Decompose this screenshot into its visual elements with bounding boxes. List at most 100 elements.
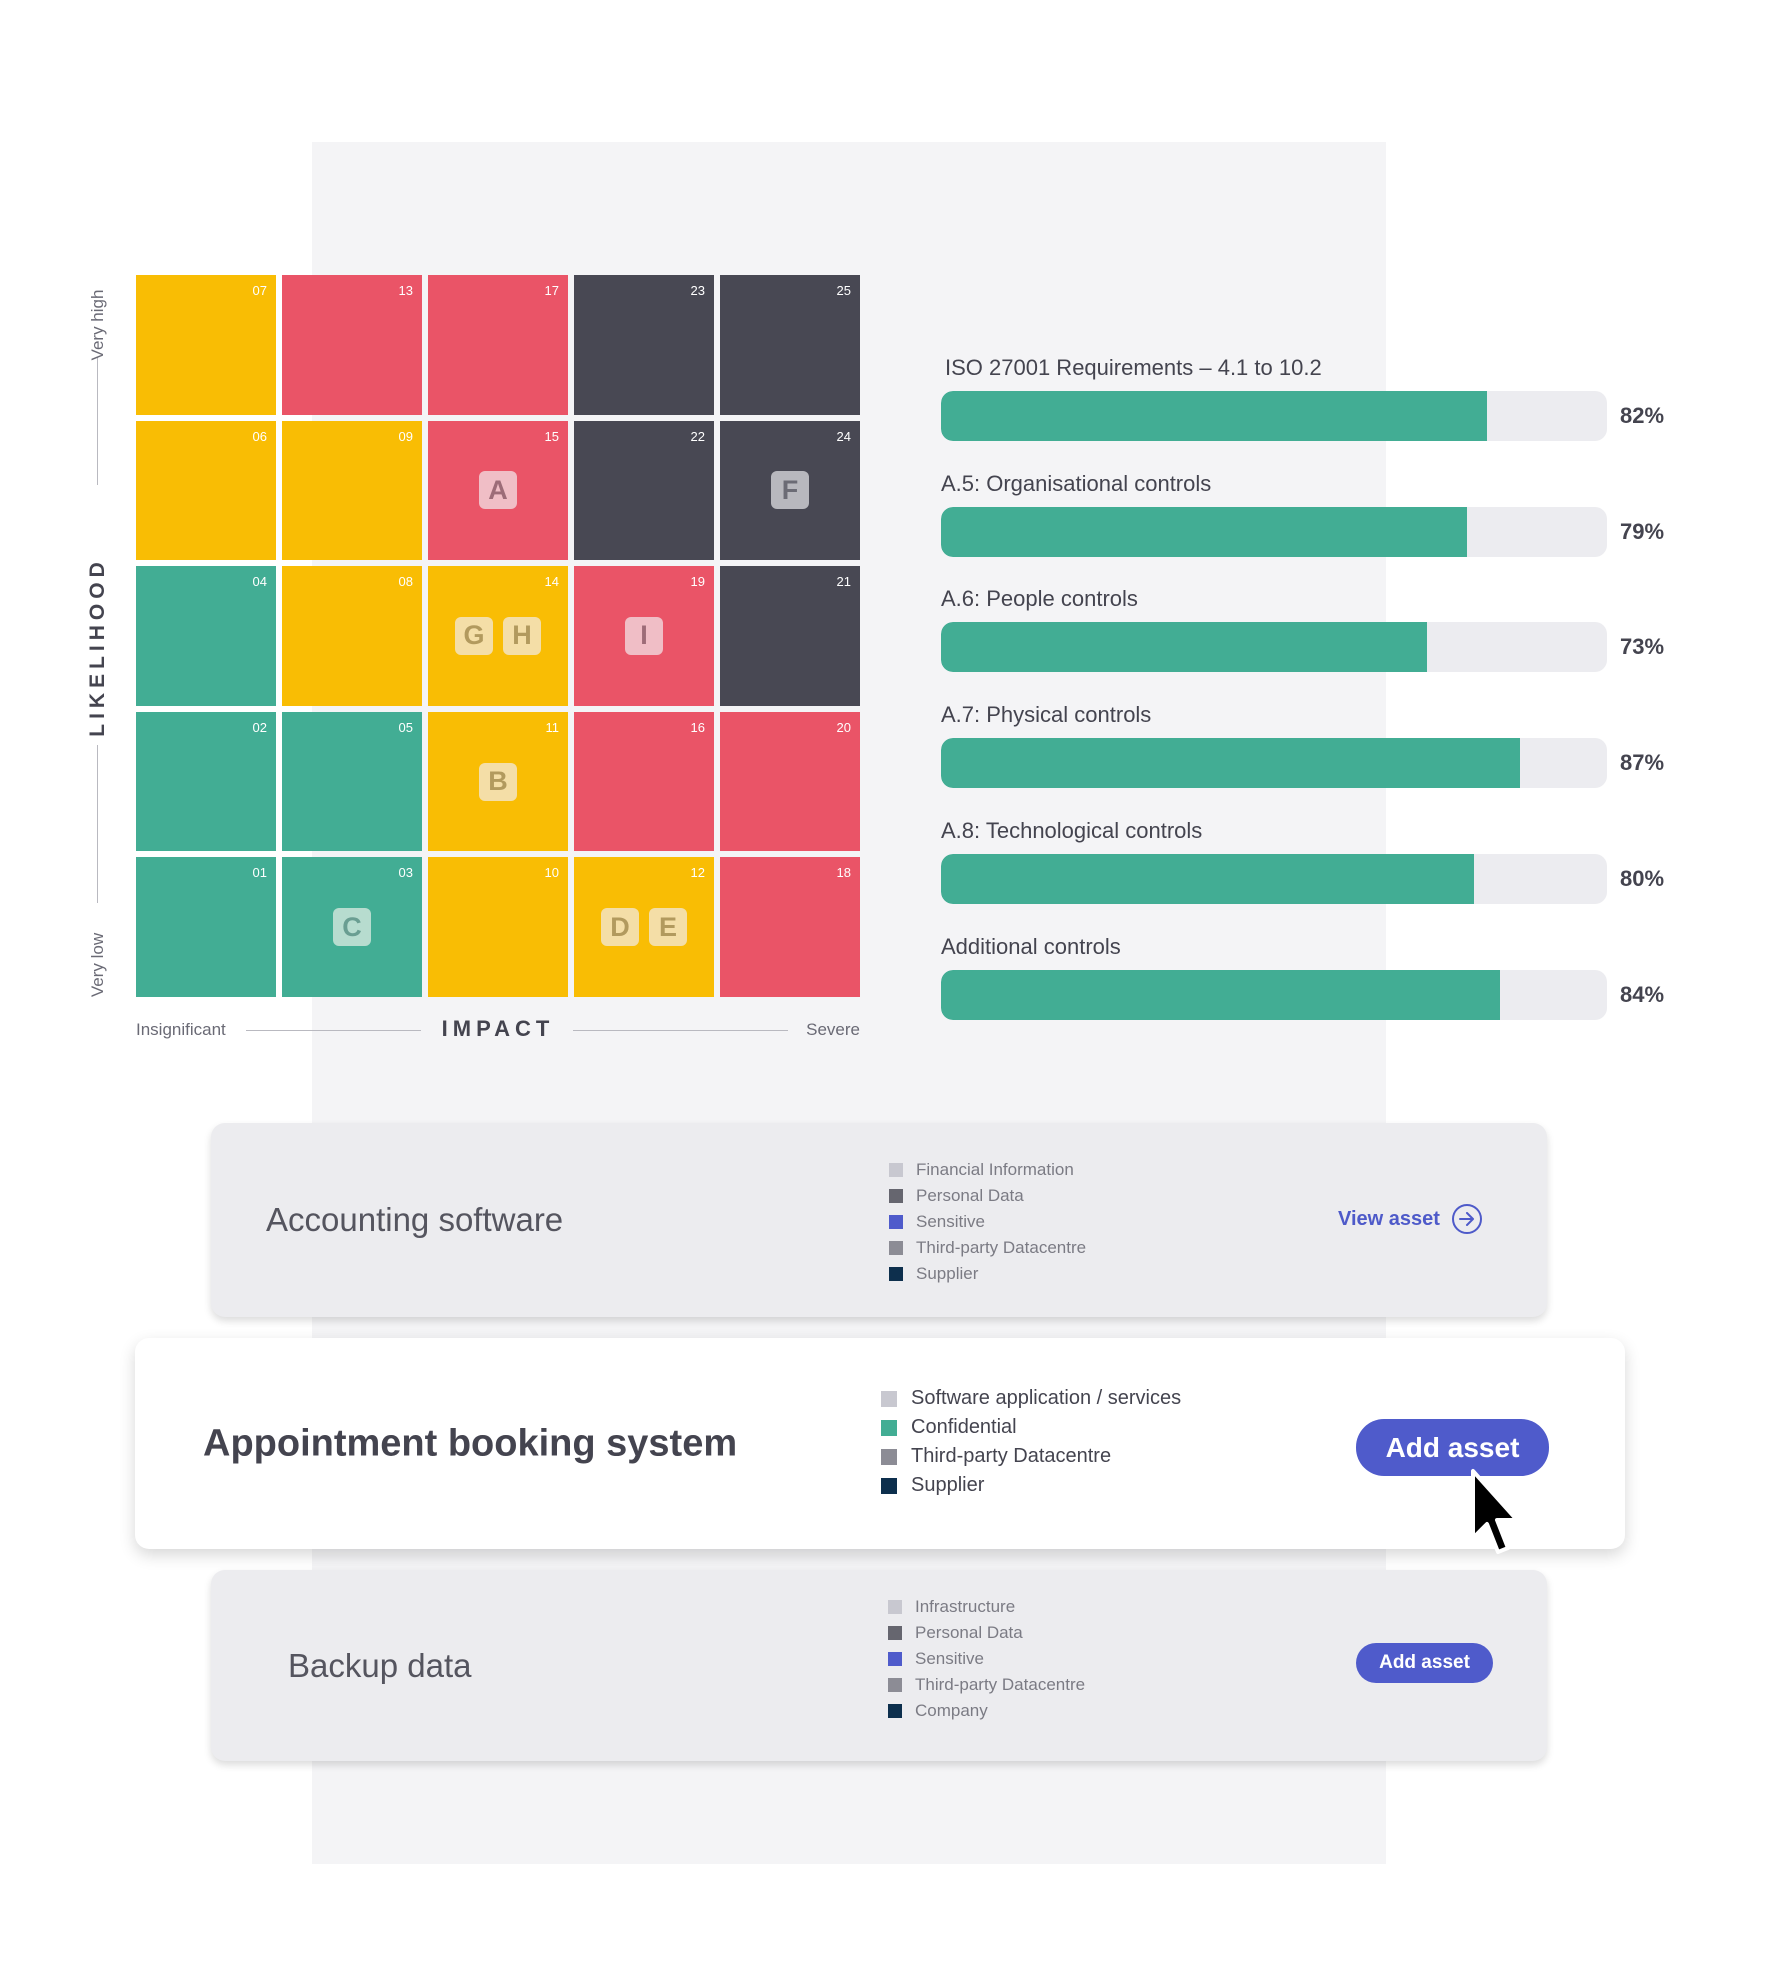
- risk-tag[interactable]: A: [479, 471, 517, 510]
- axis-line: [97, 357, 98, 485]
- bar-track: [941, 738, 1607, 788]
- risk-tags: GH: [428, 616, 568, 655]
- asset-tag: Infrastructure: [888, 1594, 1085, 1620]
- bar-value-label: 84%: [1620, 982, 1665, 1007]
- risk-cell[interactable]: 11 B: [428, 711, 568, 852]
- impact-low-label: Insignificant: [136, 1020, 226, 1039]
- risk-cell[interactable]: 25: [720, 275, 860, 415]
- mouse-pointer-icon: [1471, 1469, 1519, 1554]
- risk-cell[interactable]: 07: [136, 275, 276, 415]
- risk-cell[interactable]: 23: [574, 275, 714, 415]
- asset-card-backup-data: Backup data Infrastructure Personal Data S…: [211, 1570, 1547, 1761]
- risk-tag[interactable]: F: [771, 471, 809, 510]
- tag-swatch: [888, 1678, 902, 1692]
- bar-track: [941, 854, 1607, 904]
- tag-label: Sensitive: [916, 1212, 985, 1231]
- impact-axis: Insignificant IMPACT Severe: [136, 1016, 860, 1046]
- risk-score: 20: [836, 719, 851, 735]
- tag-swatch: [889, 1163, 903, 1177]
- risk-cell[interactable]: 04: [136, 566, 276, 706]
- asset-tags: Financial Information Personal Data Sensit…: [889, 1157, 1086, 1287]
- risk-tag[interactable]: G: [455, 616, 493, 655]
- risk-score: 11: [545, 719, 560, 735]
- risk-tags: C: [282, 908, 422, 947]
- risk-cell[interactable]: 20: [720, 711, 860, 852]
- asset-tag: Confidential: [881, 1413, 1181, 1442]
- bar-value-label: 79%: [1620, 519, 1665, 544]
- risk-tag[interactable]: I: [625, 616, 663, 655]
- bar-label: A.6: People controls: [941, 586, 1138, 611]
- risk-cell[interactable]: 09: [282, 420, 422, 561]
- axis-line: [246, 1030, 421, 1031]
- risk-tags: B: [428, 762, 568, 801]
- risk-cell[interactable]: 15 A: [428, 420, 568, 561]
- tag-label: Software application / services: [911, 1387, 1182, 1409]
- axis-line: [97, 745, 98, 903]
- risk-score: 10: [544, 865, 559, 881]
- tag-swatch: [881, 1448, 897, 1465]
- tag-swatch: [888, 1600, 902, 1614]
- risk-tag[interactable]: C: [333, 908, 371, 947]
- likelihood-axis: Very high LIKELIHOOD Very low: [84, 275, 112, 998]
- asset-tag: Supplier: [889, 1261, 1086, 1287]
- risk-score: 18: [836, 865, 851, 881]
- view-asset-label: View asset: [1338, 1207, 1440, 1230]
- risk-tag[interactable]: E: [649, 908, 687, 947]
- bar-fill: [941, 391, 1488, 441]
- risk-score: 22: [690, 428, 705, 444]
- risk-cell[interactable]: 01: [136, 857, 276, 997]
- risk-tag[interactable]: H: [503, 616, 541, 655]
- bar-value-label: 80%: [1620, 866, 1665, 891]
- risk-tags: I: [574, 616, 714, 655]
- risk-cell[interactable]: 18: [720, 857, 860, 997]
- risk-cell[interactable]: 17: [428, 275, 568, 415]
- risk-cell[interactable]: 08: [282, 566, 422, 706]
- risk-cell[interactable]: 21: [720, 566, 860, 706]
- risk-cell[interactable]: 22: [574, 420, 714, 561]
- risk-cell[interactable]: 14 G H: [428, 566, 568, 706]
- impact-title: IMPACT: [441, 1016, 555, 1041]
- risk-cell[interactable]: 19 I: [574, 566, 714, 706]
- tag-label: Third-party Datacentre: [916, 1238, 1087, 1257]
- tag-swatch: [888, 1626, 902, 1640]
- risk-score: 14: [544, 574, 559, 590]
- risk-cell[interactable]: 06: [136, 420, 276, 561]
- tag-swatch: [889, 1215, 903, 1229]
- risk-score: 07: [252, 283, 267, 298]
- tag-label: Personal Data: [915, 1623, 1023, 1642]
- tag-swatch: [889, 1267, 903, 1281]
- risk-cell[interactable]: 16: [574, 711, 714, 852]
- risk-cell[interactable]: 03 C: [282, 857, 422, 997]
- bar-label: ISO 27001 Requirements – 4.1 to 10.2: [945, 355, 1322, 380]
- asset-tag: Third-party Datacentre: [881, 1442, 1181, 1471]
- risk-tags: DE: [574, 908, 714, 947]
- tag-label: Sensitive: [915, 1649, 984, 1668]
- risk-cell[interactable]: 02: [136, 711, 276, 852]
- view-asset-link[interactable]: View asset: [1338, 1204, 1482, 1234]
- risk-score: 03: [398, 865, 413, 881]
- likelihood-low-label: Very low: [88, 932, 107, 998]
- bar-track: [941, 622, 1607, 672]
- risk-matrix: 07 13 17 23 25 06 09 15 A 22 24 F 04 08 14 G H 19 I 21 02 05 1…: [136, 275, 860, 997]
- risk-cell[interactable]: 12 D E: [574, 857, 714, 997]
- tag-swatch: [881, 1390, 897, 1407]
- risk-cell[interactable]: 10: [428, 857, 568, 997]
- risk-cell[interactable]: 13: [282, 275, 422, 415]
- risk-score: 06: [252, 428, 267, 444]
- tag-label: Supplier: [911, 1474, 985, 1496]
- tag-label: Third-party Datacentre: [915, 1675, 1086, 1694]
- asset-tag: Supplier: [881, 1471, 1181, 1500]
- asset-tag: Third-party Datacentre: [888, 1672, 1085, 1698]
- tag-swatch: [881, 1419, 897, 1436]
- risk-tag[interactable]: D: [601, 908, 639, 947]
- likelihood-title: LIKELIHOOD: [86, 557, 109, 737]
- tag-label: Infrastructure: [915, 1597, 1016, 1616]
- risk-tag[interactable]: B: [479, 762, 517, 801]
- asset-tag: Sensitive: [889, 1209, 1086, 1235]
- risk-cell[interactable]: 05: [282, 711, 422, 852]
- tag-label: Supplier: [916, 1264, 979, 1283]
- risk-cell[interactable]: 24 F: [720, 420, 860, 561]
- bar-label: A.8: Technological controls: [941, 818, 1203, 843]
- asset-card-accounting-software: Accounting software Financial Informatio…: [211, 1123, 1547, 1317]
- add-asset-button[interactable]: Add asset: [1356, 1643, 1493, 1683]
